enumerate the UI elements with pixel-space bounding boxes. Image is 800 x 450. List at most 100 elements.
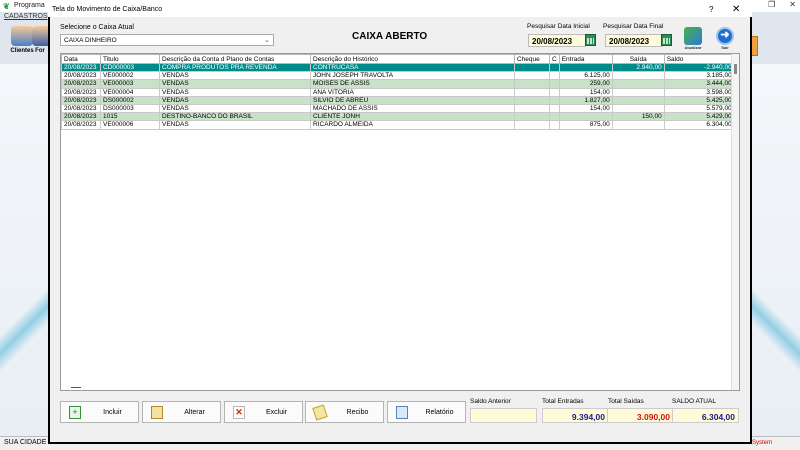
- maximize-icon[interactable]: ❐: [768, 0, 775, 9]
- table-cell: 3.598,00: [663, 87, 735, 97]
- alterar-button[interactable]: Alterar: [142, 401, 221, 423]
- main-window-controls: ❐ ✕: [768, 0, 796, 9]
- table-cell: 3.185,00: [663, 71, 735, 81]
- table-cell: [549, 87, 560, 97]
- delete-icon: ✕: [233, 406, 245, 419]
- menu-cadastros[interactable]: CADASTROS: [4, 13, 48, 20]
- table-cell: [611, 120, 665, 130]
- movimento-grid[interactable]: Data Titulo Descrição da Conta d Plano d…: [60, 53, 740, 391]
- table-cell: MOISES DE ASSIS: [310, 79, 515, 89]
- table-cell: VE000002: [100, 71, 160, 81]
- table-row[interactable]: 20/08/2023 1015 DESTINO-BANCO DO BRASIL CLI…: [61, 112, 735, 122]
- close-icon[interactable]: ✕: [789, 0, 796, 9]
- table-row[interactable]: 20/08/2023 VE000004 VENDAS ANA VITÓRIA 154,0…: [61, 87, 735, 97]
- table-cell: VENDAS: [159, 120, 311, 130]
- refresh-icon: [684, 27, 702, 45]
- col-header[interactable]: Descrição do Histórico: [310, 54, 515, 64]
- incluir-button[interactable]: + Incluir: [60, 401, 139, 423]
- table-cell: [549, 95, 560, 105]
- table-row[interactable]: 20/08/2023 VE000003 VENDAS MOISES DE ASSIS 2…: [61, 79, 735, 89]
- table-cell: DESTINO-BANCO DO BRASIL: [159, 112, 311, 122]
- table-cell: VE000003: [100, 79, 160, 89]
- col-header[interactable]: C: [549, 54, 560, 64]
- saldo-anterior-label: Saldo Anterior: [470, 398, 511, 405]
- table-cell: COMPRA PRODUTOS PRA REVENDA: [159, 62, 311, 73]
- col-header[interactable]: Entrada: [558, 54, 613, 64]
- refresh-caption: Atualizar: [684, 45, 702, 50]
- table-cell: 5.425,00: [663, 95, 735, 105]
- col-header[interactable]: Data: [61, 54, 101, 64]
- table-row[interactable]: 20/08/2023 VE000006 VENDAS RICARDO ALMEIDA 8…: [61, 120, 735, 130]
- table-cell: 20/08/2023: [61, 103, 101, 114]
- add-icon: +: [69, 406, 81, 419]
- help-button[interactable]: ?: [709, 5, 713, 14]
- table-cell: 150,00: [611, 112, 665, 122]
- scroll-thumb[interactable]: [734, 64, 737, 74]
- table-cell: CONTRUCASA: [310, 62, 515, 73]
- col-header[interactable]: Cheque: [514, 54, 550, 64]
- calendar-icon[interactable]: [661, 34, 672, 46]
- table-cell: VENDAS: [159, 95, 311, 105]
- refresh-button[interactable]: Atualizar: [682, 27, 704, 50]
- toolbar-fornecedores-button[interactable]: For: [32, 26, 48, 62]
- table-header: Data Titulo Descrição da Conta d Plano d…: [61, 54, 735, 64]
- total-saidas-value: 3.090,00: [607, 408, 674, 423]
- calendar-icon[interactable]: [585, 34, 596, 46]
- table-cell: JOHN JOSEPH TRAVOLTA: [310, 71, 515, 81]
- col-header[interactable]: Descrição da Conta d Plano de Contas: [159, 54, 311, 64]
- table-cell: [549, 71, 560, 81]
- table-cell: VENDAS: [159, 103, 311, 114]
- date-final-input[interactable]: 20/08/2023: [605, 34, 663, 47]
- table-row[interactable]: 20/08/2023 CD000003 COMPRA PRODUTOS PRA RE…: [61, 62, 735, 73]
- table-cell: 20/08/2023: [61, 62, 101, 73]
- table-cell: [611, 103, 665, 114]
- table-cell: [514, 112, 550, 122]
- table-cell: CD000003: [100, 62, 160, 73]
- arrow-right-icon: ➜: [716, 27, 734, 45]
- table-cell: [514, 87, 550, 97]
- exit-button[interactable]: ➜ Sair: [714, 27, 736, 50]
- vertical-scrollbar[interactable]: [731, 54, 739, 390]
- table-cell: [549, 103, 560, 114]
- table-cell: VENDAS: [159, 71, 311, 81]
- table-cell: [558, 62, 613, 73]
- table-cell: [514, 79, 550, 89]
- receipt-icon: [312, 404, 328, 421]
- table-cell: [611, 95, 665, 105]
- date-initial-input[interactable]: 20/08/2023: [528, 34, 586, 47]
- saldo-anterior-value: [470, 408, 537, 423]
- table-row[interactable]: 20/08/2023 DS000002 VENDAS SILVIO DE ABREU 1…: [61, 95, 735, 105]
- dialog-close-button[interactable]: ✕: [732, 4, 740, 15]
- col-header[interactable]: Titulo: [100, 54, 160, 64]
- saldo-atual-label: SALDO ATUAL: [672, 398, 716, 405]
- caixa-select-value: CAIXA DINHEIRO: [64, 37, 117, 44]
- table-cell: -2.940,00: [663, 62, 735, 73]
- main-app-title: Programa: [14, 2, 45, 9]
- table-row[interactable]: 20/08/2023 DS000003 VENDAS MACHADO DE ASSIS…: [61, 103, 735, 114]
- people-icon: [11, 26, 33, 46]
- table-cell: [514, 95, 550, 105]
- caixa-select[interactable]: CAIXA DINHEIRO ⌄: [60, 34, 274, 46]
- table-cell: 20/08/2023: [61, 87, 101, 97]
- supplier-icon: [32, 26, 48, 46]
- col-header[interactable]: Saldo: [663, 54, 735, 64]
- dialog-title: Tela do Movimento de Caixa/Banco: [52, 6, 163, 13]
- table-cell: 20/08/2023: [61, 112, 101, 122]
- table-cell: 154,00: [558, 87, 613, 97]
- table-cell: 6.125,00: [558, 71, 613, 81]
- page-title: CAIXA ABERTO: [352, 31, 428, 42]
- printer-icon: [396, 406, 408, 419]
- chevron-down-icon: ⌄: [264, 37, 270, 44]
- table-cell: RICARDO ALMEIDA: [310, 120, 515, 130]
- excluir-button[interactable]: ✕ Excluir: [224, 401, 303, 423]
- relatorio-button[interactable]: Relatório: [387, 401, 466, 423]
- table-cell: 875,00: [558, 120, 613, 130]
- table-cell: [514, 62, 550, 73]
- table-cell: 1.827,00: [558, 95, 613, 105]
- table-cell: [514, 120, 550, 130]
- recibo-button[interactable]: Recibo: [305, 401, 384, 423]
- table-cell: 20/08/2023: [61, 71, 101, 81]
- col-header[interactable]: Saída: [611, 54, 665, 64]
- table-row[interactable]: 20/08/2023 VE000002 VENDAS JOHN JOSEPH TRAV…: [61, 71, 735, 81]
- horizontal-scroll-indicator[interactable]: [71, 387, 81, 388]
